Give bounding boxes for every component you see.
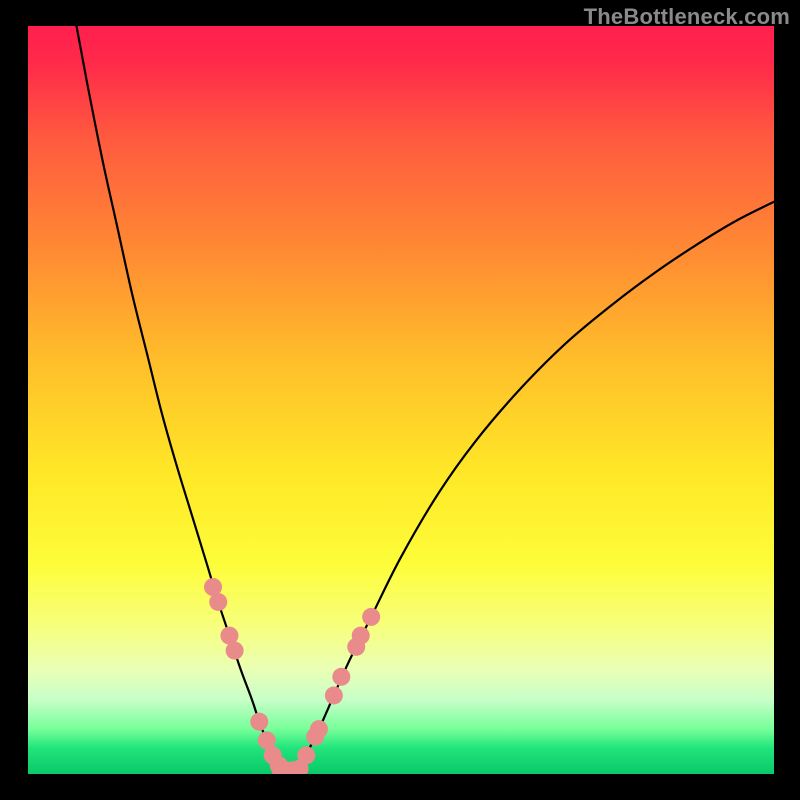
right-branch-markers-point [297, 746, 315, 764]
right-branch-markers-point [332, 668, 350, 686]
plot-background [28, 26, 774, 774]
left-branch-markers-point [250, 713, 268, 731]
right-branch-markers-point [325, 686, 343, 704]
right-branch-markers-point [352, 627, 370, 645]
left-branch-markers-point [226, 642, 244, 660]
right-branch-markers-point [362, 608, 380, 626]
bottleneck-curve-plot [0, 0, 800, 800]
chart-stage: TheBottleneck.com [0, 0, 800, 800]
right-branch-markers-point [310, 720, 328, 738]
left-branch-markers-point [209, 593, 227, 611]
watermark-text: TheBottleneck.com [584, 4, 790, 30]
